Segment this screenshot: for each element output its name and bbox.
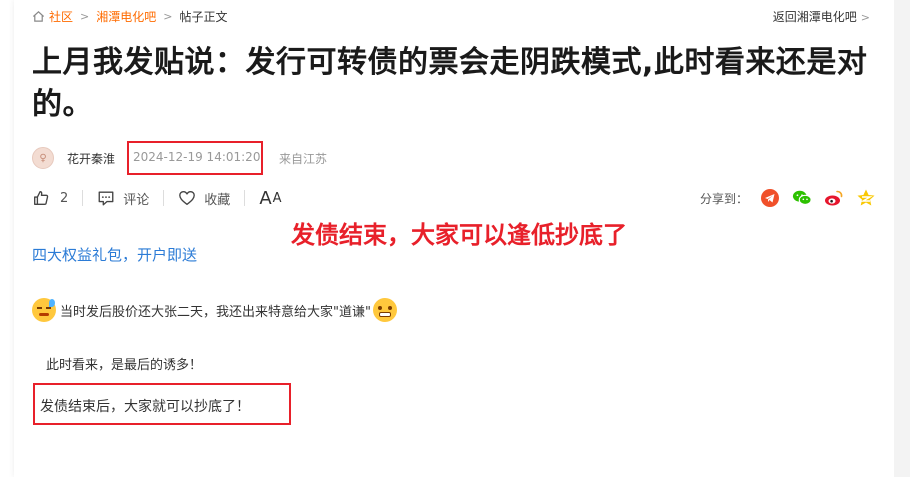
post-location: 来自江苏: [279, 152, 328, 166]
like-count: 2: [60, 190, 69, 206]
favorite-button[interactable]: 收藏: [178, 189, 230, 208]
avatar[interactable]: ♀: [32, 147, 54, 169]
comment-label: 评论: [123, 192, 150, 208]
post-paragraph: 当时发后股价还大张二天，我还出来特意给大家"道谦": [32, 298, 397, 322]
font-size-small: A: [272, 190, 283, 206]
back-link-label: 返回湘潭电化吧: [772, 10, 857, 24]
home-icon[interactable]: [32, 10, 45, 23]
qzone-icon: [857, 189, 875, 206]
sweat-emoji-icon: [32, 298, 56, 322]
divider: [244, 190, 246, 206]
font-size-large: A: [259, 187, 273, 209]
back-to-forum-link[interactable]: 返回湘潭电化吧 >: [773, 8, 870, 25]
red-annotation-text: 发债结束，大家可以逢低抄底了: [291, 221, 627, 249]
scrollbar[interactable]: [894, 0, 910, 477]
breadcrumb-forum[interactable]: 湘潭电化吧: [96, 8, 156, 25]
telegram-icon: [761, 189, 779, 207]
heart-icon: [179, 191, 196, 205]
post-page: 社区 > 湘潭电化吧 > 帖子正文 返回湘潭电化吧 > 上月我发贴说：发行可转债的…: [14, 0, 894, 477]
divider: [163, 190, 165, 206]
post-paragraph: 此时看来，是最后的诱多！: [46, 358, 203, 373]
comment-button[interactable]: 评论: [97, 189, 149, 208]
post-paragraph: 发债结束后，大家就可以抄底了！: [40, 399, 250, 415]
telegram-share-button[interactable]: [760, 188, 780, 208]
paragraph-text: 当时发后股价还大张二天，我还出来特意给大家"道谦": [60, 304, 371, 320]
post-title: 上月我发贴说：发行可转债的票会走阴跌模式,此时看来还是对的。: [32, 45, 868, 122]
qzone-share-button[interactable]: [856, 188, 876, 208]
font-size-toggle[interactable]: AA: [259, 188, 282, 209]
promo-link[interactable]: 四大权益礼包，开户即送: [32, 244, 197, 265]
like-button[interactable]: 2: [32, 189, 68, 207]
chevron-right-icon: >: [163, 9, 173, 23]
favorite-label: 收藏: [204, 192, 231, 208]
author-name[interactable]: 花开秦淮: [67, 150, 115, 167]
breadcrumb-home[interactable]: 社区: [49, 8, 73, 25]
share-bar: 分享到：: [700, 186, 876, 210]
share-label: 分享到：: [699, 191, 748, 206]
chevron-right-icon: >: [80, 9, 90, 23]
post-time: 2024-12-19 14:01:20: [133, 150, 261, 164]
chevron-right-icon: >: [860, 11, 870, 24]
post-meta: ♀ 花开秦淮: [32, 146, 115, 170]
wechat-icon: [792, 190, 812, 205]
post-actions: 2 评论 收藏 AA: [32, 186, 283, 210]
wechat-share-button[interactable]: [792, 188, 812, 208]
weibo-icon: [825, 190, 843, 206]
breadcrumb: 社区 > 湘潭电化吧 > 帖子正文: [32, 8, 227, 24]
grimace-emoji-icon: [372, 298, 397, 322]
divider: [82, 190, 84, 206]
comment-icon: [98, 191, 114, 206]
breadcrumb-current: 帖子正文: [179, 9, 228, 24]
like-icon: [34, 191, 49, 205]
weibo-share-button[interactable]: [824, 188, 844, 208]
